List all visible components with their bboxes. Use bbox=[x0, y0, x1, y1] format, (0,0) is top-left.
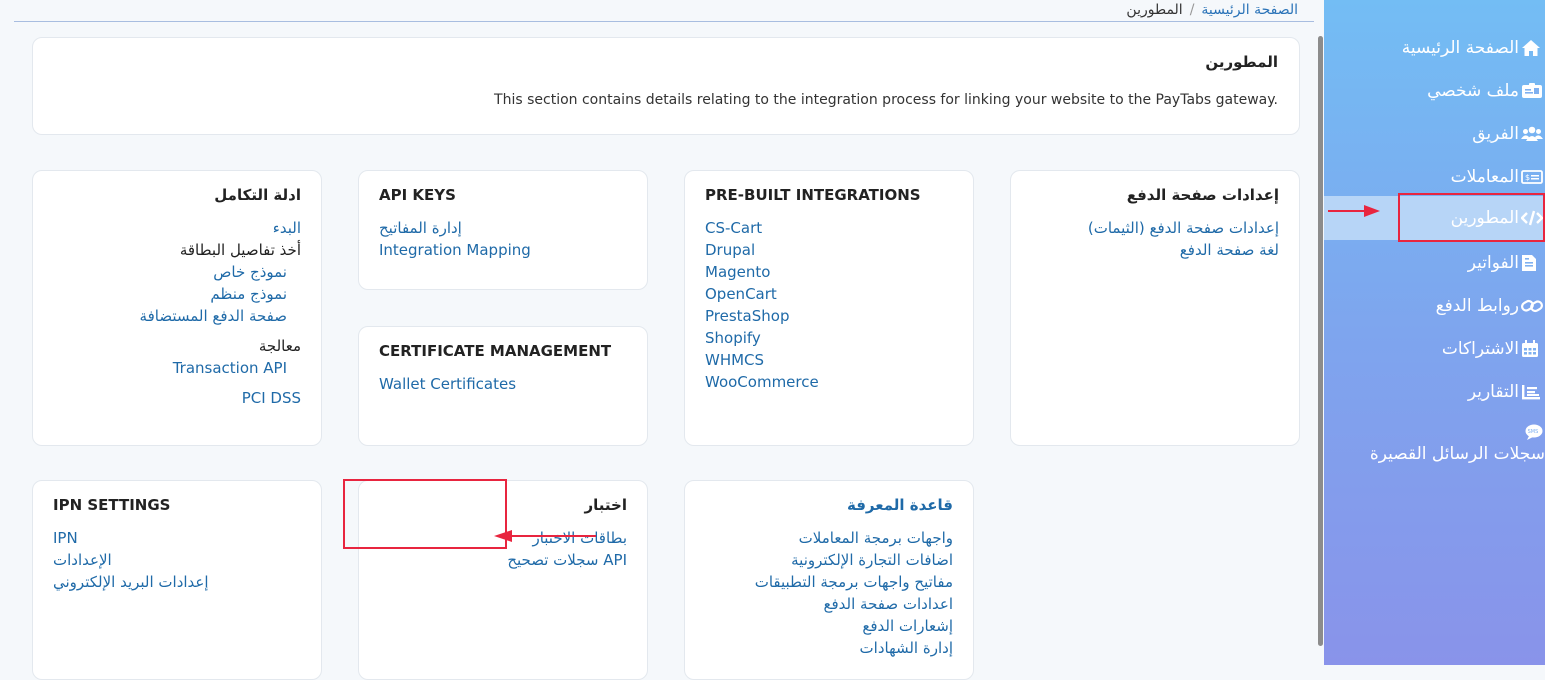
api-debug-logs-link[interactable]: API سجلات تصحيح bbox=[379, 549, 627, 571]
sidebar-item-sms-logs[interactable]: SMS سجلات الرسائل القصيرة bbox=[1324, 424, 1545, 464]
ipn-link[interactable]: IPN bbox=[53, 527, 301, 549]
opencart-link[interactable]: OpenCart bbox=[705, 283, 953, 305]
payment-notifications-link[interactable]: إشعارات الدفع bbox=[705, 615, 953, 637]
page-description: This section contains details relating t… bbox=[494, 92, 1278, 108]
money-bill-icon: $ bbox=[1521, 167, 1545, 187]
ipn-settings-link[interactable]: الإعدادات bbox=[53, 549, 301, 571]
card-details-heading: أخذ تفاصيل البطاقة bbox=[179, 241, 301, 259]
whmcs-link[interactable]: WHMCS bbox=[705, 349, 953, 371]
sidebar-item-label: المعاملات bbox=[1450, 167, 1519, 187]
tile-prebuilt-integrations: PRE-BUILT INTEGRATIONS CS-Cart Drupal Ma… bbox=[684, 170, 974, 446]
breadcrumb-current: المطورين bbox=[1126, 2, 1183, 18]
invoice-icon bbox=[1521, 253, 1545, 273]
shopify-link[interactable]: Shopify bbox=[705, 327, 953, 349]
sms-icon: SMS bbox=[1525, 424, 1543, 440]
main-content: الصفحة الرئيسية / المطورين المطورين This s… bbox=[0, 0, 1324, 680]
payment-page-themes-link[interactable]: إعدادات صفحة الدفع (الثيمات) bbox=[1031, 217, 1279, 239]
tile-certificate-management: CERTIFICATE MANAGEMENT Wallet Certificat… bbox=[358, 326, 648, 446]
key-management-link[interactable]: إدارة المفاتيح bbox=[379, 217, 627, 239]
sidebar-item-label: الاشتراكات bbox=[1441, 339, 1519, 359]
own-form-link[interactable]: نموذج خاص bbox=[53, 261, 287, 283]
home-icon bbox=[1521, 38, 1545, 58]
sidebar-item-label: سجلات الرسائل القصيرة bbox=[1369, 444, 1545, 464]
page-title: المطورين bbox=[1205, 53, 1278, 71]
tile-testing: اختبار بطاقات الاختبار API سجلات تصحيح bbox=[358, 480, 648, 680]
tile-ipn-settings: IPN SETTINGS IPN الإعدادات إعدادات البري… bbox=[32, 480, 322, 680]
sidebar-item-label: ملف شخصي bbox=[1427, 81, 1519, 101]
api-keys-kb-link[interactable]: مفاتيح واجهات برمجة التطبيقات bbox=[705, 571, 953, 593]
breadcrumb-separator: / bbox=[1189, 2, 1195, 18]
sidebar: الصفحة الرئيسية ملف شخصي الفريق المعاملا… bbox=[1324, 0, 1545, 665]
tile-title: ادلة التكامل bbox=[214, 186, 301, 204]
svg-text:SMS: SMS bbox=[1528, 429, 1539, 435]
sidebar-item-reports[interactable]: التقارير bbox=[1324, 372, 1545, 412]
email-settings-link[interactable]: إعدادات البريد الإلكتروني bbox=[53, 571, 301, 593]
scrollbar-thumb[interactable] bbox=[1318, 36, 1323, 646]
id-card-icon bbox=[1521, 81, 1545, 101]
tile-title: PRE-BUILT INTEGRATIONS bbox=[705, 186, 921, 204]
magento-link[interactable]: Magento bbox=[705, 261, 953, 283]
sidebar-item-subscriptions[interactable]: الاشتراكات bbox=[1324, 329, 1545, 369]
ecommerce-plugins-link[interactable]: اضافات التجارة الإلكترونية bbox=[705, 549, 953, 571]
breadcrumb-home-link[interactable]: الصفحة الرئيسية bbox=[1201, 2, 1298, 18]
annotation-arrow-icon bbox=[494, 530, 596, 542]
tile-knowledge-base: قاعدة المعرفة واجهات برمجة المعاملات اضا… bbox=[684, 480, 974, 680]
certificate-management-kb-link[interactable]: إدارة الشهادات bbox=[705, 637, 953, 659]
processing-heading: معالجة bbox=[258, 337, 301, 355]
tile-title: IPN SETTINGS bbox=[53, 496, 171, 514]
sidebar-item-team[interactable]: الفريق bbox=[1324, 114, 1545, 154]
transactions-api-link[interactable]: واجهات برمجة المعاملات bbox=[705, 527, 953, 549]
tile-title: إعدادات صفحة الدفع bbox=[1126, 186, 1279, 204]
getting-started-link[interactable]: البدء bbox=[53, 217, 301, 239]
sidebar-item-label: الفريق bbox=[1472, 124, 1519, 144]
prestashop-link[interactable]: PrestaShop bbox=[705, 305, 953, 327]
cscart-link[interactable]: CS-Cart bbox=[705, 217, 953, 239]
sidebar-item-label: المطورين bbox=[1450, 208, 1519, 228]
users-icon bbox=[1521, 124, 1545, 144]
sidebar-item-invoices[interactable]: الفواتير bbox=[1324, 243, 1545, 283]
transaction-api-link[interactable]: Transaction API bbox=[53, 357, 287, 379]
drupal-link[interactable]: Drupal bbox=[705, 239, 953, 261]
payment-page-language-link[interactable]: لغة صفحة الدفع bbox=[1031, 239, 1279, 261]
sidebar-item-payment-links[interactable]: روابط الدفع bbox=[1324, 286, 1545, 326]
report-icon bbox=[1521, 382, 1545, 402]
wallet-certificates-link[interactable]: Wallet Certificates bbox=[379, 373, 627, 395]
sidebar-item-label: الصفحة الرئيسية bbox=[1401, 38, 1519, 58]
integration-mapping-link[interactable]: Integration Mapping bbox=[379, 239, 627, 261]
payment-page-settings-kb-link[interactable]: اعدادات صفحة الدفع bbox=[705, 593, 953, 615]
annotation-sidebar-arrow-icon bbox=[1328, 205, 1380, 217]
tile-title: API KEYS bbox=[379, 186, 456, 204]
pci-dss-link[interactable]: PCI DSS bbox=[53, 387, 301, 409]
sidebar-item-label: روابط الدفع bbox=[1435, 296, 1519, 316]
page-header-card: المطورين This section contains details r… bbox=[32, 37, 1300, 135]
code-icon bbox=[1521, 208, 1545, 228]
tile-title: CERTIFICATE MANAGEMENT bbox=[379, 342, 612, 360]
sidebar-item-profile[interactable]: ملف شخصي bbox=[1324, 71, 1545, 111]
managed-form-link[interactable]: نموذج منظم bbox=[53, 283, 287, 305]
sidebar-item-label: التقارير bbox=[1467, 382, 1519, 402]
breadcrumb: الصفحة الرئيسية / المطورين bbox=[14, 0, 1314, 22]
sidebar-item-home[interactable]: الصفحة الرئيسية bbox=[1324, 28, 1545, 68]
tile-payment-page-settings: إعدادات صفحة الدفع إعدادات صفحة الدفع (ا… bbox=[1010, 170, 1300, 446]
tile-api-keys: API KEYS إدارة المفاتيح Integration Mapp… bbox=[358, 170, 648, 290]
tile-title: اختبار bbox=[584, 496, 627, 514]
tile-title[interactable]: قاعدة المعرفة bbox=[705, 495, 953, 515]
link-icon bbox=[1521, 296, 1545, 316]
calendar-icon bbox=[1521, 339, 1545, 359]
woocommerce-link[interactable]: WooCommerce bbox=[705, 371, 953, 393]
svg-text:$: $ bbox=[1525, 173, 1530, 182]
tile-integration-guides: ادلة التكامل البدء أخذ تفاصيل البطاقة نم… bbox=[32, 170, 322, 446]
hosted-payment-page-link[interactable]: صفحة الدفع المستضافة bbox=[53, 305, 287, 327]
sidebar-item-label: الفواتير bbox=[1467, 253, 1519, 273]
sidebar-item-transactions[interactable]: المعاملات $ bbox=[1324, 157, 1545, 197]
